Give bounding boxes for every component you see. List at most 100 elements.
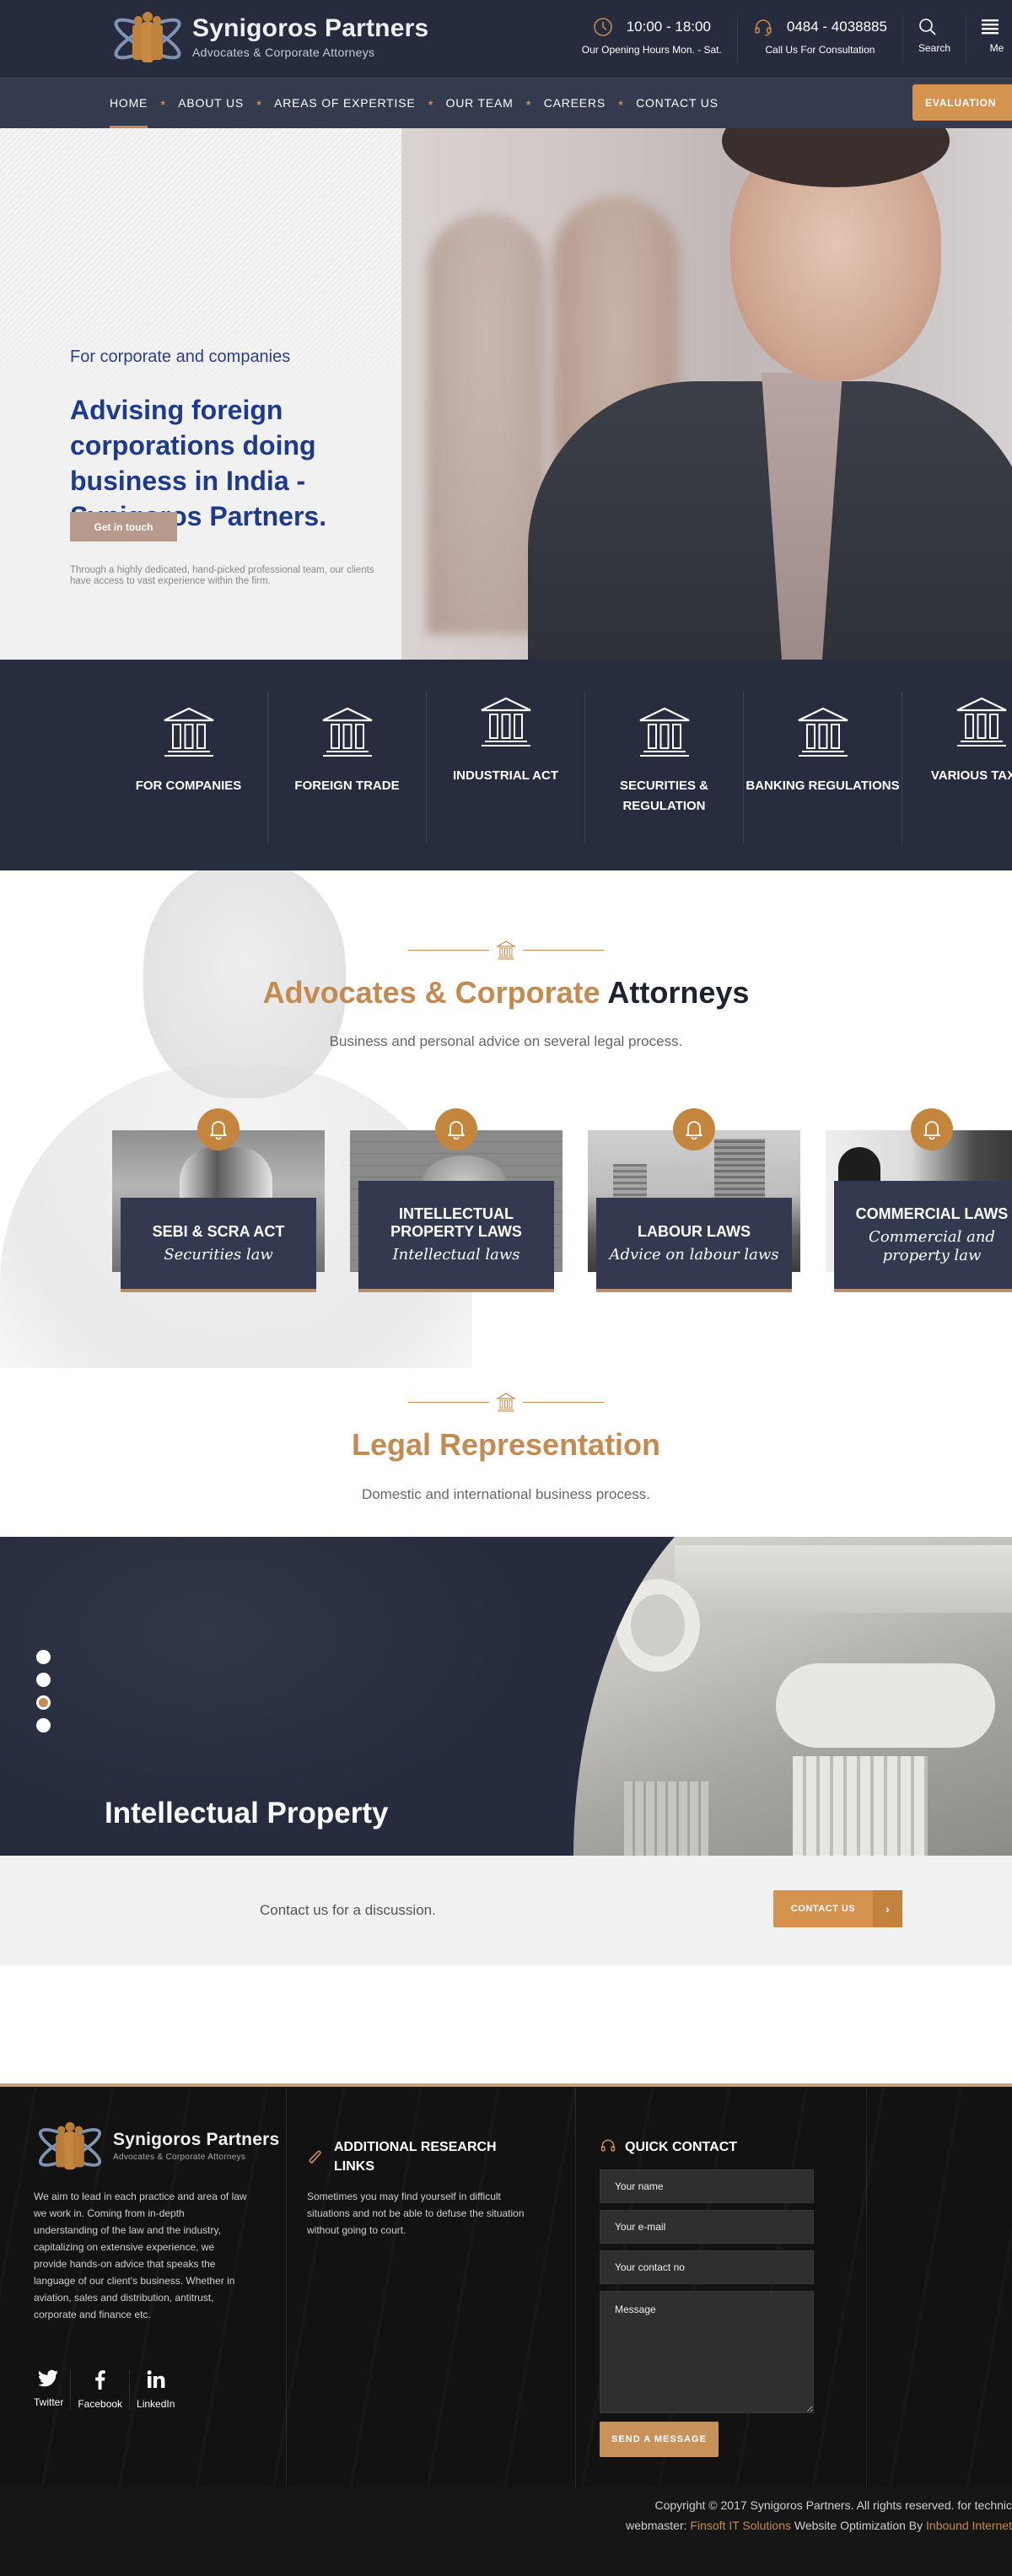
cta-text: Contact us for a discussion. [260,1902,436,1918]
courthouse-icon [481,697,530,746]
service-card-title: INTELLECTUAL PROPERTY LAWS [390,1205,522,1240]
hero-section: For corporate and companies Advising for… [0,128,1012,660]
search-button[interactable]: Search [903,15,966,62]
footer-about-text: We aim to lead in each practice and area… [34,2191,247,2320]
practice-area-various-taxes[interactable]: VARIOUS TAXES [902,692,1012,843]
bell-icon [210,1121,227,1140]
star-separator-icon: ★ [159,98,167,107]
practice-area-label: BANKING REGULATIONS [746,779,900,793]
legal-subtitle: Domestic and international business proc… [361,1486,651,1502]
service-card[interactable]: SEBI & SCRA ACT Securities law [112,1108,325,1294]
send-message-button[interactable]: SEND A MESSAGE [600,2422,719,2457]
research-title: ADDITIONAL RESEARCH LINKS [334,2140,497,2174]
practice-area-label: FOREIGN TRADE [294,779,400,793]
practice-area-for-companies[interactable]: FOR COMPANIES [110,692,268,843]
search-label: Search [918,42,950,54]
logo-emblem-icon [38,2121,102,2170]
practice-area-industrial-act[interactable]: INDUSTRIAL ACT [427,692,585,843]
practice-area-label: FOR COMPANIES [135,779,242,793]
nav-item-careers[interactable]: CAREERS [544,78,606,128]
hero-eyebrow: For corporate and companies [70,348,291,366]
practice-area-securities-regulation[interactable]: SECURITIES & REGULATION [585,692,744,843]
courthouse-icon [798,707,848,757]
slider-image-columns [573,1537,1012,1856]
copyright-bar: Copyright © 2017 Synigoros Partners. All… [0,2487,1012,2576]
feature-slider: Intellectual Property [0,1537,1012,1856]
facebook-icon [94,2370,105,2390]
webmaster-link[interactable]: Finsoft IT Solutions [690,2519,791,2532]
practice-area-banking-regulations[interactable]: BANKING REGULATIONS [744,692,902,843]
menu-label: Me [989,42,1004,54]
hours-label: Our Opening Hours Mon. - Sat. [581,44,722,56]
bell-icon [448,1121,465,1140]
slider-dot[interactable] [36,1673,51,1687]
site-footer: Synigoros Partners Advocates & Corporate… [0,2083,1012,2487]
practice-area-label: SECURITIES & REGULATION [619,779,708,813]
practice-area-label: VARIOUS TAXES [930,768,1012,783]
search-icon [919,19,936,35]
hero-image [401,128,1012,660]
footer-logo-tagline: Advocates & Corporate Attorneys [113,2152,246,2162]
phone-value: 0484 - 4038885 [786,19,887,35]
logo-tagline: Advocates & Corporate Attorneys [192,46,375,59]
courthouse-icon [496,940,516,960]
practice-area-label: INDUSTRIAL ACT [453,768,558,783]
practice-areas: FOR COMPANIES FOREIGN TRADE INDUSTRIAL ACT… [0,660,1012,870]
slider-dot[interactable] [36,1695,51,1710]
chevron-right-icon: › [873,1890,902,1927]
nav-item-areas-of-expertise[interactable]: AREAS OF EXPERTISE [274,78,415,128]
service-card-subtitle: Securities law [164,1245,273,1264]
nav-item-about-us[interactable]: ABOUT US [178,78,244,128]
name-field[interactable] [600,2169,814,2203]
service-card-title: COMMERCIAL LAWS [855,1204,1009,1222]
footer-about: Synigoros Partners Advocates & Corporate… [0,2087,287,2487]
practice-area-foreign-trade[interactable]: FOREIGN TRADE [268,692,427,843]
nav-item-contact-us[interactable]: CONTACT US [636,78,719,128]
slide-title: Intellectual Property [105,1797,389,1830]
legal-representation-section: Legal Representation Domestic and intern… [0,1368,1012,1537]
twitter-icon [38,2369,58,2387]
contact-us-button[interactable]: CONTACT US › [773,1890,902,1927]
email-field[interactable] [600,2210,814,2244]
hero-description: Through a highly dedicated, hand-picked … [70,565,374,586]
logo-title: Synigoros Partners [192,14,429,42]
service-card-subtitle: Commercial and property law [869,1227,995,1264]
site-logo[interactable]: Synigoros Partners Advocates & Corporate… [110,10,428,64]
star-separator-icon: ★ [617,98,625,107]
nav-item-our-team[interactable]: OUR TEAM [446,78,514,128]
bell-icon [923,1121,940,1140]
site-header: Synigoros Partners Advocates & Corporate… [0,0,1012,128]
seo-link[interactable]: Inbound Internet [926,2519,1012,2532]
message-field[interactable] [600,2291,814,2413]
clock-icon [593,18,612,36]
opening-hours: 10:00 - 18:00 Our Opening Hours Mon. - S… [567,15,738,62]
service-card[interactable]: LABOUR LAWS Advice on labour laws [588,1108,800,1294]
evaluation-button[interactable]: EVALUATION [912,84,1012,121]
contact-number-field[interactable] [600,2250,814,2284]
linkedin-icon [147,2370,165,2388]
twitter-link[interactable]: Twitter [34,2369,72,2410]
footer-logo[interactable]: Synigoros Partners Advocates & Corporate… [34,2121,279,2171]
advocates-title: Advocates & Corporate Attorneys [262,975,750,1010]
footer-research: ADDITIONAL RESEARCH LINKS Sometimes you … [287,2087,576,2487]
paperclip-icon [309,2150,321,2164]
star-separator-icon: ★ [525,98,532,107]
menu-button[interactable]: Me [966,15,1012,62]
linkedin-link[interactable]: LinkedIn [130,2369,181,2410]
get-in-touch-button[interactable]: Get in touch [70,512,177,542]
footer-quick-contact: QUICK CONTACT SEND A MESSAGE [576,2087,867,2487]
phone-info[interactable]: 0484 - 4038885 Call Us For Consultation [738,15,903,62]
service-card[interactable]: COMMERCIAL LAWS Commercial and property l… [826,1108,1012,1294]
service-card[interactable]: INTELLECTUAL PROPERTY LAWS Intellectual l… [350,1108,563,1294]
star-separator-icon: ★ [427,98,434,107]
slider-dot[interactable] [36,1650,51,1664]
service-card-subtitle: Advice on labour laws [609,1245,779,1264]
footer-logo-title: Synigoros Partners [113,2129,280,2149]
main-nav: HOME ★ ABOUT US ★ AREAS OF EXPERTISE ★ O… [0,78,1012,128]
nav-item-home[interactable]: HOME [110,78,148,128]
credits-text: webmaster: Finsoft IT Solutions Website … [626,2519,1012,2532]
courthouse-icon [956,697,1007,746]
hamburger-menu-icon [982,19,999,35]
slider-dot[interactable] [36,1718,51,1733]
facebook-link[interactable]: Facebook [71,2369,131,2410]
